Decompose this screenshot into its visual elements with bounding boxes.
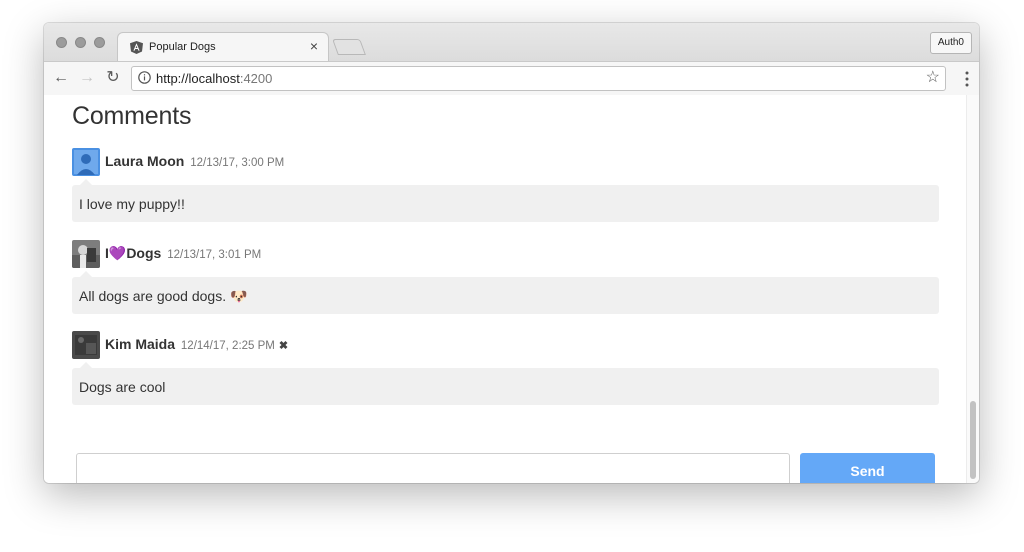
avatar [72,240,100,268]
angular-icon [130,41,143,54]
author-name: I💜Dogs [105,245,162,261]
back-arrow-icon[interactable]: ← [51,68,71,88]
comment-bubble: All dogs are good dogs. 🐶 [72,271,939,314]
profile-button[interactable]: Auth0 [929,32,972,54]
delete-comment-icon[interactable]: ✖ [279,340,288,352]
browser-window: Popular Dogs × Auth0 ← → ↻ http://localh… [44,23,979,483]
forward-arrow-icon[interactable]: → [77,68,97,88]
comment-text: All dogs are good dogs. 🐶 [79,288,248,304]
scrollbar-thumb[interactable] [970,401,976,479]
comment-text: Dogs are cool [79,379,166,395]
new-tab-button[interactable] [332,39,366,55]
address-bar[interactable]: http://localhost:4200 ☆ [131,66,946,91]
comment-author: Kim Maida 12/14/17, 2:25 PM ✖ [105,336,288,352]
info-icon[interactable] [138,71,151,84]
comment-input[interactable] [76,453,790,483]
comment-text: I love my puppy!! [79,196,185,212]
avatar [72,331,100,359]
more-menu-icon[interactable] [965,71,969,87]
comment-bubble: I love my puppy!! [72,179,939,222]
comment-author: I💜Dogs 12/13/17, 3:01 PM [105,245,261,262]
url-host: http://localhost [156,71,240,86]
browser-toolbar: ← → ↻ http://localhost:4200 ☆ [44,61,979,96]
page-content: Comments Laura Moon 12/13/17, 3:00 PM I … [44,95,979,483]
author-name: Laura Moon [105,153,185,169]
zoom-window-button[interactable] [94,37,105,48]
reload-icon[interactable]: ↻ [103,68,123,88]
comment-timestamp: 12/13/17, 3:00 PM [190,157,285,169]
tab-popular-dogs[interactable]: Popular Dogs × [117,32,329,62]
url-port: :4200 [239,71,273,86]
comment-bubble: Dogs are cool [72,362,939,405]
tab-title: Popular Dogs [149,41,216,53]
avatar [72,148,100,176]
comment-timestamp: 12/14/17, 2:25 PM [180,340,275,352]
send-button[interactable]: Send [800,453,935,483]
close-window-button[interactable] [56,37,67,48]
comment-author: Laura Moon 12/13/17, 3:00 PM [105,153,284,169]
minimize-window-button[interactable] [75,37,86,48]
comment-timestamp: 12/13/17, 3:01 PM [167,249,262,261]
page-title: Comments [72,102,192,130]
scrollbar[interactable] [966,95,979,483]
author-name: Kim Maida [105,336,176,352]
tab-strip: Popular Dogs × Auth0 [44,23,979,62]
star-icon[interactable]: ☆ [926,68,940,88]
url-text: http://localhost:4200 [156,71,272,86]
tab-close-icon[interactable]: × [310,38,318,54]
